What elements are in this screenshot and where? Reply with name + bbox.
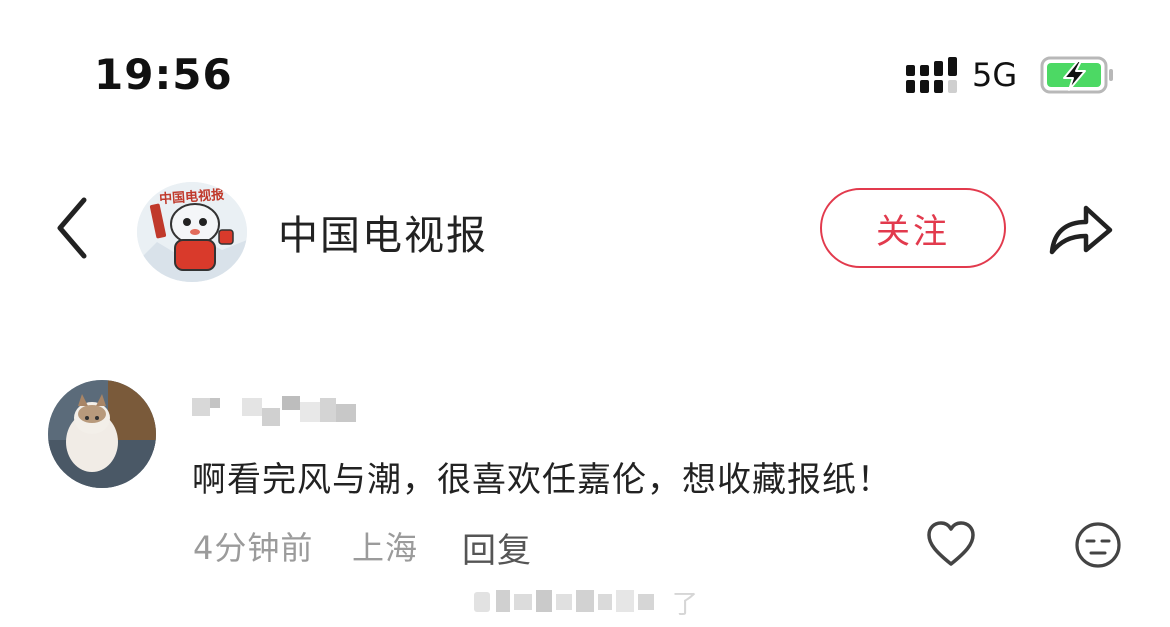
- network-type: 5G: [972, 56, 1018, 94]
- follow-button[interactable]: 关注: [820, 188, 1006, 268]
- back-chevron-icon[interactable]: [52, 196, 92, 260]
- signal-icon: [906, 57, 957, 93]
- follow-button-label: 关注: [876, 211, 950, 252]
- username-redacted: [192, 396, 356, 426]
- commenter-avatar[interactable]: [48, 380, 156, 488]
- face-icon[interactable]: [1074, 521, 1122, 569]
- account-name[interactable]: 中国电视报: [278, 203, 488, 261]
- redacted-line-tail: 了: [672, 590, 699, 620]
- share-icon[interactable]: [1046, 196, 1116, 260]
- comment-text: 啊看完风与潮，很喜欢任嘉伦，想收藏报纸！: [192, 460, 892, 500]
- reply-button[interactable]: 回复: [462, 523, 532, 572]
- account-avatar[interactable]: 中国电视报: [137, 182, 247, 282]
- comment-location: 上海: [352, 529, 419, 567]
- comment-time: 4分钟前: [193, 529, 314, 567]
- cat-photo: [48, 380, 156, 488]
- heart-icon[interactable]: [926, 520, 976, 568]
- redacted-line: [474, 590, 654, 612]
- battery-charging-icon: [1040, 56, 1113, 94]
- status-time: 19:56: [94, 50, 233, 99]
